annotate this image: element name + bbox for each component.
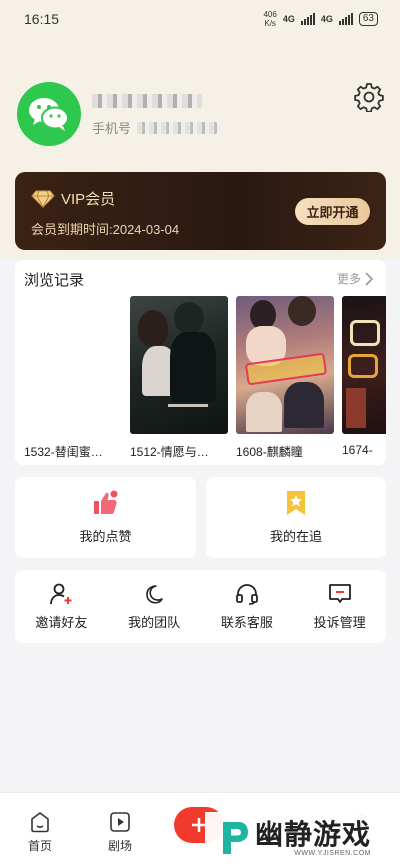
- history-list: 1532-替闺蜜… 1512-情愿与… 1608-麒麟瞳 1674-: [24, 296, 386, 464]
- play-icon: [110, 812, 130, 832]
- sim1-label: 4G: [282, 14, 295, 24]
- tools-card: 邀请好友 我的团队 联系客服 投诉管理: [15, 570, 386, 643]
- my-following-button[interactable]: 我的在追: [206, 477, 386, 558]
- signal-icon: [300, 13, 315, 25]
- status-time: 16:15: [24, 11, 60, 27]
- browse-history-card: 浏览记录 更多 1532-替闺蜜… 1512-情愿与… 1608-麒麟瞳 167…: [15, 260, 386, 465]
- gear-icon: [354, 83, 384, 112]
- history-item[interactable]: 1532-替闺蜜…: [24, 296, 122, 459]
- avatar[interactable]: [17, 82, 81, 146]
- invite-friends-button[interactable]: 邀请好友: [17, 583, 105, 631]
- diamond-icon: [31, 190, 55, 208]
- home-icon: [31, 812, 49, 833]
- history-item[interactable]: 1608-麒麟瞳: [236, 296, 334, 459]
- history-more-link[interactable]: 更多: [337, 270, 374, 287]
- vip-title-row: VIP会员: [31, 188, 115, 209]
- message-alert-icon: [328, 583, 351, 603]
- phone-label: 手机号: [92, 121, 132, 136]
- phone-number-redacted: [137, 121, 218, 134]
- tab-home-label: 首页: [27, 839, 52, 853]
- history-item-label: 1512-情愿与…: [130, 445, 209, 459]
- tab-theater-label: 剧场: [107, 839, 132, 853]
- network-speed: 406 K/s: [263, 10, 277, 28]
- watermark-logo-icon: [223, 822, 248, 854]
- invite-friends-label: 邀请好友: [35, 614, 88, 630]
- vip-expire-date: 会员到期时间:2024-03-04: [31, 222, 180, 237]
- watermark-brand: 幽静游戏: [255, 818, 372, 850]
- chevron-right-icon: [365, 271, 374, 286]
- my-likes-label: 我的点赞: [79, 529, 132, 544]
- history-item-label: 1532-替闺蜜…: [24, 445, 103, 459]
- battery-icon: 63: [358, 12, 378, 26]
- vip-card: VIP会员 会员到期时间:2024-03-04 立即开通: [15, 172, 386, 250]
- history-item-label: 1608-麒麟瞳: [236, 445, 303, 459]
- poster-image: [342, 296, 386, 434]
- watermark: 幽静游戏 WWW.YJISREN.COM: [205, 812, 400, 864]
- status-bar: 16:15 406 K/s 4G 4G 63: [0, 0, 400, 38]
- vip-title: VIP会员: [61, 191, 116, 208]
- complaint-management-label: 投诉管理: [313, 614, 366, 630]
- complaint-management-button[interactable]: 投诉管理: [296, 583, 384, 631]
- tab-home[interactable]: 首页: [20, 811, 60, 854]
- phone-row: 手机号: [92, 118, 218, 137]
- thumbs-up-icon: [93, 490, 117, 514]
- user-name-redacted: [92, 94, 202, 108]
- settings-button[interactable]: [352, 80, 386, 114]
- poster-image: [130, 296, 228, 434]
- sim2-label: 4G: [320, 14, 333, 24]
- my-team-label: 我的团队: [128, 614, 181, 630]
- history-title: 浏览记录: [24, 272, 85, 289]
- bookmark-star-icon: [287, 491, 305, 515]
- history-item[interactable]: 1674-: [342, 296, 386, 457]
- add-user-icon: [50, 583, 72, 604]
- wechat-icon: [29, 98, 69, 131]
- headset-icon: [235, 583, 258, 605]
- contact-support-label: 联系客服: [220, 614, 273, 630]
- moon-icon: [146, 584, 163, 604]
- signal-icon: [338, 13, 353, 25]
- my-team-button[interactable]: 我的团队: [110, 583, 198, 631]
- watermark-url: WWW.YJISREN.COM: [294, 849, 372, 857]
- my-following-label: 我的在追: [269, 529, 322, 544]
- poster-image: [24, 296, 122, 434]
- history-item[interactable]: 1512-情愿与…: [130, 296, 228, 459]
- tab-theater[interactable]: 剧场: [100, 811, 140, 854]
- vip-open-button[interactable]: 立即开通: [295, 198, 370, 225]
- poster-image: [236, 296, 334, 434]
- history-item-label: 1674-: [342, 443, 373, 457]
- status-indicators: 406 K/s 4G 4G 63: [263, 10, 378, 28]
- contact-support-button[interactable]: 联系客服: [203, 583, 291, 631]
- my-likes-button[interactable]: 我的点赞: [15, 477, 196, 558]
